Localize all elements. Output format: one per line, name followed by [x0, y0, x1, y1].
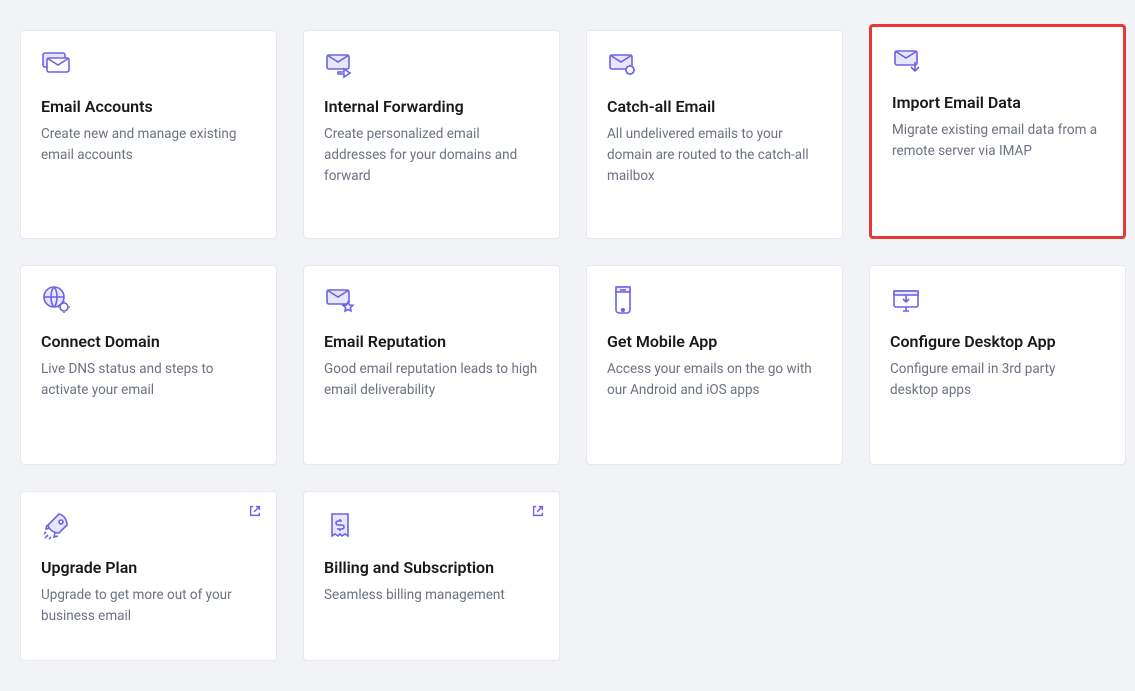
card-title: Email Accounts [41, 97, 256, 116]
envelope-star-icon [324, 284, 356, 316]
external-link-icon [531, 504, 545, 518]
card-title: Catch-all Email [607, 97, 822, 116]
card-title: Internal Forwarding [324, 97, 539, 116]
card-configure-desktop-app[interactable]: Configure Desktop App Configure email in… [869, 265, 1126, 465]
card-desc: Migrate existing email data from a remot… [892, 120, 1103, 162]
card-desc: Create personalized email addresses for … [324, 124, 539, 187]
card-email-reputation[interactable]: Email Reputation Good email reputation l… [303, 265, 560, 465]
envelope-gear-icon [607, 49, 639, 81]
card-billing-subscription[interactable]: Billing and Subscription Seamless billin… [303, 491, 560, 661]
card-connect-domain[interactable]: Connect Domain Live DNS status and steps… [20, 265, 277, 465]
card-desc: Good email reputation leads to high emai… [324, 359, 539, 401]
card-desc: Live DNS status and steps to activate yo… [41, 359, 256, 401]
card-title: Configure Desktop App [890, 332, 1105, 351]
card-import-email-data[interactable]: Import Email Data Migrate existing email… [869, 24, 1126, 239]
card-desc: Upgrade to get more out of your business… [41, 585, 256, 627]
card-desc: Configure email in 3rd party desktop app… [890, 359, 1105, 401]
card-desc: Access your emails on the go with our An… [607, 359, 822, 401]
envelope-stack-icon [41, 49, 73, 81]
card-title: Import Email Data [892, 93, 1103, 112]
card-upgrade-plan[interactable]: Upgrade Plan Upgrade to get more out of … [20, 491, 277, 661]
card-title: Get Mobile App [607, 332, 822, 351]
card-internal-forwarding[interactable]: Internal Forwarding Create personalized … [303, 30, 560, 239]
card-email-accounts[interactable]: Email Accounts Create new and manage exi… [20, 30, 277, 239]
mobile-phone-icon [607, 284, 639, 316]
card-desc: Create new and manage existing email acc… [41, 124, 256, 166]
card-title: Billing and Subscription [324, 558, 539, 577]
envelope-download-icon [892, 45, 924, 77]
card-title: Upgrade Plan [41, 558, 256, 577]
card-get-mobile-app[interactable]: Get Mobile App Access your emails on the… [586, 265, 843, 465]
card-desc: Seamless billing management [324, 585, 539, 606]
external-link-icon [248, 504, 262, 518]
globe-gear-icon [41, 284, 73, 316]
desktop-download-icon [890, 284, 922, 316]
envelope-forward-icon [324, 49, 356, 81]
card-title: Connect Domain [41, 332, 256, 351]
card-title: Email Reputation [324, 332, 539, 351]
card-desc: All undelivered emails to your domain ar… [607, 124, 822, 187]
receipt-dollar-icon [324, 510, 356, 542]
card-catch-all-email[interactable]: Catch-all Email All undelivered emails t… [586, 30, 843, 239]
rocket-icon [41, 510, 73, 542]
